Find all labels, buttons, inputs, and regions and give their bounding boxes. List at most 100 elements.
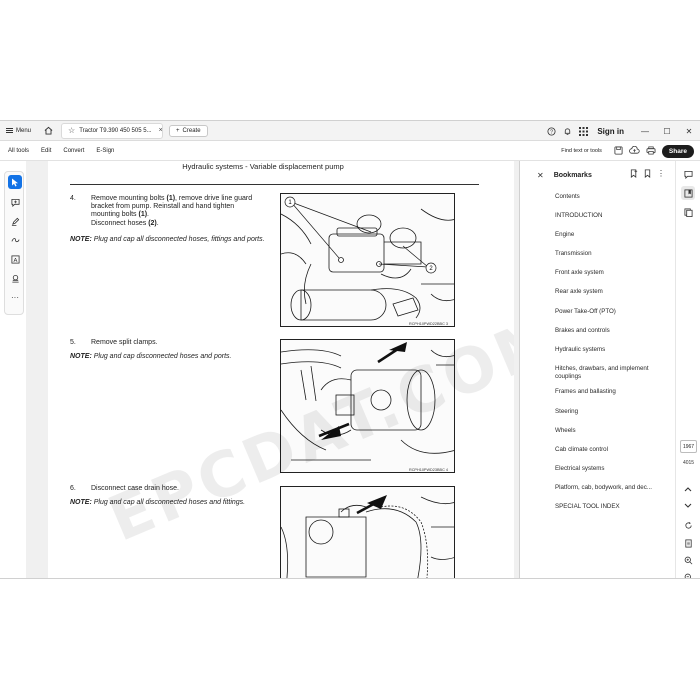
bookmark-item[interactable]: Cab climate control	[555, 446, 670, 454]
bookmark-item[interactable]: Platform, cab, bodywork, and dec...	[555, 484, 670, 492]
bookmark-item[interactable]: Engine	[555, 231, 670, 239]
create-label: Create	[182, 127, 201, 134]
toolbar-esign[interactable]: E-Sign	[96, 148, 114, 154]
bookmark-item[interactable]: Brakes and controls	[555, 327, 670, 335]
step-number: 4.	[70, 195, 76, 202]
chevron-down-icon[interactable]	[681, 499, 695, 513]
apps-grid-icon[interactable]	[575, 121, 591, 141]
header-rule	[70, 184, 479, 185]
share-button[interactable]: Share	[661, 144, 694, 158]
hamburger-icon	[6, 128, 13, 133]
step-5: 5. Remove split clamps.	[70, 339, 270, 349]
help-icon[interactable]: ?	[543, 121, 559, 141]
chevron-up-icon[interactable]	[681, 482, 695, 496]
bookmark-item[interactable]: INTRODUCTION	[555, 212, 670, 220]
svg-text:A: A	[13, 257, 17, 263]
print-icon[interactable]	[646, 146, 656, 157]
maximize-icon[interactable]: ☐	[656, 127, 678, 136]
note-step-6: NOTE: Plug and cap all disconnected hose…	[70, 499, 270, 507]
step-text-part: Remove mounting bolts	[91, 195, 167, 202]
highlight-pen-icon[interactable]	[8, 214, 22, 228]
close-window-icon[interactable]: ✕	[678, 127, 700, 136]
note-step-4: NOTE: Plug and cap all disconnected hose…	[70, 236, 270, 244]
toolbar-edit[interactable]: Edit	[41, 148, 51, 154]
page-view-icon[interactable]	[681, 536, 695, 550]
document-tab[interactable]: ☆ Tractor T9.390 450 505 5... ×	[61, 122, 164, 139]
step-text: Remove mounting bolts (1), remove drive …	[91, 195, 261, 228]
rotate-icon[interactable]	[681, 518, 695, 532]
bookmarks-tools: ⋮	[630, 169, 665, 180]
comments-icon[interactable]	[681, 167, 695, 181]
more-tools-icon[interactable]: ···	[8, 290, 22, 304]
star-icon[interactable]: ☆	[68, 126, 75, 135]
bookmarks-list: Contents INTRODUCTION Engine Transmissio…	[555, 193, 670, 522]
stamp-signature-icon[interactable]	[8, 271, 22, 285]
page-header: Hydraulic systems - Variable displacemen…	[182, 162, 344, 171]
plus-icon: +	[176, 127, 180, 134]
minimize-icon[interactable]: —	[634, 127, 656, 136]
figure-reference: RCPH10PWD23BBC 4	[408, 468, 448, 472]
callout-ref: (1)	[166, 195, 176, 202]
menu-label: Menu	[16, 127, 32, 134]
home-icon[interactable]	[41, 124, 55, 138]
step-number: 6.	[70, 485, 76, 492]
add-bookmark-icon[interactable]	[630, 169, 638, 180]
note-text: Plug and cap all disconnected hoses, fit…	[91, 236, 265, 243]
more-options-icon[interactable]: ⋮	[657, 169, 665, 180]
bookmarks-panel-icon[interactable]	[681, 186, 695, 200]
figure-split-clamps: RCPH10PWD23BBC 4	[280, 339, 455, 473]
bookmarks-panel: ✕ Bookmarks ⋮ Contents INTRODUCTION Engi…	[521, 161, 675, 578]
note-label: NOTE:	[70, 353, 92, 360]
select-cursor-icon[interactable]	[8, 175, 22, 189]
bookmark-item[interactable]: Power Take-Off (PTO)	[555, 308, 670, 316]
notifications-icon[interactable]	[559, 121, 575, 141]
bookmark-item[interactable]: Hitches, drawbars, and implement couplin…	[555, 365, 670, 381]
bookmark-item[interactable]: Rear axle system	[555, 288, 670, 296]
add-text-icon[interactable]: A	[8, 252, 22, 266]
close-panel-icon[interactable]: ✕	[537, 171, 544, 180]
page-thumbnails-icon[interactable]	[681, 205, 695, 219]
step-text: Remove split clamps.	[91, 339, 158, 346]
bookmark-item[interactable]: Front axle system	[555, 269, 670, 277]
step-6: 6. Disconnect case drain hose.	[70, 485, 270, 495]
bookmark-item[interactable]: Transmission	[555, 250, 670, 258]
step-text: Disconnect case drain hose.	[91, 485, 179, 492]
callout-ref: (1)	[138, 211, 148, 219]
add-comment-icon[interactable]	[8, 195, 22, 209]
menu-button[interactable]: Menu	[0, 121, 37, 141]
document-viewer[interactable]: Hydraulic systems - Variable displacemen…	[26, 161, 544, 578]
step-text-part: .	[147, 211, 149, 219]
current-page-field[interactable]: 1967	[680, 440, 697, 453]
toolbar-convert[interactable]: Convert	[63, 148, 84, 154]
toolbar-all-tools[interactable]: All tools	[8, 148, 29, 154]
save-icon[interactable]	[614, 145, 623, 157]
step-4: 4. Remove mounting bolts (1), remove dri…	[70, 195, 270, 235]
case-drain-hose-illustration	[281, 495, 454, 578]
bookmark-item[interactable]: Frames and ballasting	[555, 388, 670, 396]
left-tool-rail: A ···	[0, 161, 26, 578]
bookmark-item[interactable]: Steering	[555, 408, 670, 416]
zoom-in-icon[interactable]	[681, 553, 695, 567]
bookmark-item[interactable]: Hydraulic systems	[555, 346, 670, 354]
step-number: 5.	[70, 339, 76, 346]
draw-freehand-icon[interactable]	[8, 233, 22, 247]
bookmark-icon[interactable]	[644, 169, 651, 180]
right-rail: 1967 4015	[675, 161, 700, 578]
find-text-or-tools[interactable]: Find text or tools	[561, 148, 602, 154]
bookmark-item[interactable]: SPECIAL TOOL INDEX	[555, 503, 670, 511]
figure-pump-mounting-bolts: 1 2 RCPH10PWD22BBC 3	[280, 193, 455, 327]
note-text: Plug and cap all disconnected hoses and …	[91, 499, 246, 506]
upload-cloud-icon[interactable]	[629, 145, 640, 157]
sign-in-button[interactable]: Sign in	[597, 127, 624, 136]
note-label: NOTE:	[70, 236, 92, 243]
step-text-part: .	[156, 219, 159, 227]
bookmark-item[interactable]: Electrical systems	[555, 465, 670, 473]
title-bar-right: ? Sign in — ☐ ✕	[543, 121, 700, 141]
close-tab-icon[interactable]: ×	[159, 127, 162, 134]
split-clamps-illustration	[281, 342, 454, 461]
svg-text:?: ?	[550, 129, 553, 135]
zoom-out-icon[interactable]	[681, 570, 695, 578]
bookmark-item[interactable]: Wheels	[555, 427, 670, 435]
create-button[interactable]: + Create	[169, 124, 208, 137]
bookmark-item[interactable]: Contents	[555, 193, 670, 201]
